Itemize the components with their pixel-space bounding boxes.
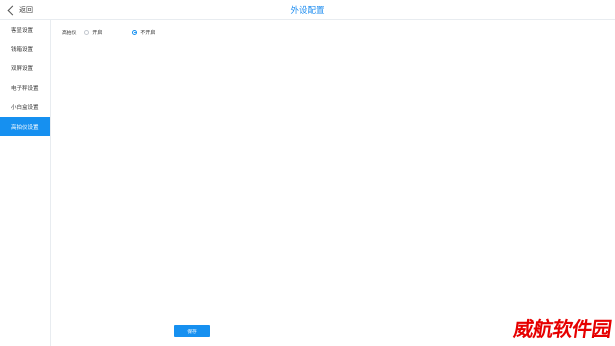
- option-enable[interactable]: 开启: [84, 29, 102, 36]
- sidebar-item-document-camera[interactable]: 高拍仪设置: [0, 116, 50, 137]
- sidebar-item-label: 电子秤设置: [11, 85, 39, 92]
- option-enable-label: 开启: [92, 29, 103, 36]
- sidebar-item-label: 钱箱设置: [11, 47, 34, 54]
- sidebar-item-cash-drawer[interactable]: 钱箱设置: [0, 39, 50, 58]
- page-title: 外设配置: [290, 6, 325, 16]
- sidebar-item-label: 高拍仪设置: [11, 124, 39, 131]
- sidebar-item-white-box[interactable]: 小白盒设置: [0, 98, 50, 117]
- settings-panel: 高拍仪 开启 不开启 保存: [51, 20, 615, 346]
- sidebar: 客显设置 钱箱设置 双屏设置 电子秤设置 小白盒设置 高拍仪设置: [0, 20, 51, 346]
- document-camera-setting-row: 高拍仪 开启 不开启: [62, 27, 185, 37]
- option-disable-label: 不开启: [140, 29, 156, 36]
- sidebar-item-dual-screen[interactable]: 双屏设置: [0, 59, 50, 78]
- top-bar: 返回 外设配置: [0, 0, 615, 20]
- radio-enable[interactable]: [84, 29, 90, 35]
- sidebar-item-customer-display[interactable]: 客显设置: [0, 20, 50, 39]
- sidebar-item-label: 客显设置: [11, 27, 34, 34]
- setting-label: 高拍仪: [62, 30, 77, 36]
- sidebar-item-label: 双屏设置: [11, 66, 34, 73]
- sidebar-item-label: 小白盒设置: [11, 105, 39, 112]
- watermark-text: 威航软件园: [511, 317, 613, 341]
- save-button[interactable]: 保存: [174, 325, 210, 337]
- option-disable[interactable]: 不开启: [132, 29, 155, 36]
- radio-disable[interactable]: [132, 29, 138, 35]
- sidebar-item-scale[interactable]: 电子秤设置: [0, 78, 50, 97]
